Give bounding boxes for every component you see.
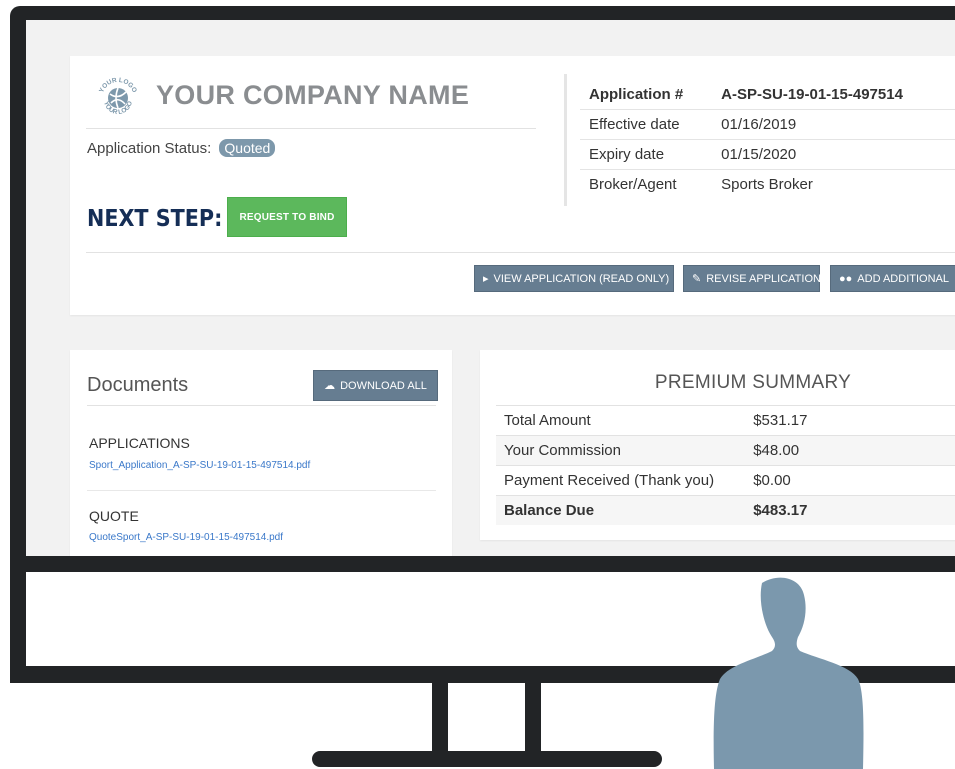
info-key: Expiry date bbox=[580, 139, 713, 170]
status-badge: Quoted bbox=[219, 139, 276, 157]
documents-card: Documents ☁ DOWNLOAD ALL APPLICATIONS Sp… bbox=[70, 350, 452, 556]
table-row: Effective date 01/16/2019 bbox=[580, 109, 955, 140]
tag-icon: ▸ bbox=[483, 273, 489, 285]
premium-key: Balance Due bbox=[496, 495, 746, 525]
divider bbox=[87, 490, 436, 491]
monitor-stand-left bbox=[432, 683, 448, 753]
application-header-card: YOUR LOGO YOUR LOGO YOUR COMPANY NAME Ap… bbox=[70, 56, 955, 315]
divider bbox=[87, 405, 436, 406]
premium-summary-table: Total Amount $531.17 Your Commission $48.00… bbox=[496, 405, 955, 525]
monitor-screen: YOUR LOGO YOUR LOGO YOUR COMPANY NAME Ap… bbox=[26, 20, 955, 556]
company-logo-icon: YOUR LOGO YOUR LOGO bbox=[98, 77, 138, 116]
next-step-label: NEXT STEP: bbox=[87, 206, 223, 232]
person-silhouette-icon bbox=[713, 577, 864, 769]
premium-summary-card: PREMIUM SUMMARY Total Amount $531.17 Your … bbox=[480, 350, 955, 540]
table-row: Application # A-SP-SU-19-01-15-497514 bbox=[580, 80, 955, 110]
premium-value: $531.17 bbox=[745, 405, 955, 436]
quote-section-label: QUOTE bbox=[89, 508, 139, 524]
table-row: Broker/Agent Sports Broker bbox=[580, 169, 955, 199]
view-application-button[interactable]: ▸ VIEW APPLICATION (READ ONLY) bbox=[474, 265, 674, 292]
premium-key: Total Amount bbox=[496, 405, 746, 436]
add-additional-button[interactable]: ●● ADD ADDITIONAL bbox=[830, 265, 955, 292]
application-pdf-link[interactable]: Sport_Application_A-SP-SU-19-01-15-49751… bbox=[89, 460, 310, 471]
premium-key: Your Commission bbox=[496, 435, 746, 466]
info-value: 01/16/2019 bbox=[712, 109, 955, 140]
premium-value: $48.00 bbox=[745, 435, 955, 466]
status-label: Application Status: bbox=[87, 140, 212, 157]
premium-key: Payment Received (Thank you) bbox=[496, 465, 746, 496]
table-row: Total Amount $531.17 bbox=[496, 405, 955, 436]
revise-application-button[interactable]: ✎ REVISE APPLICATION bbox=[683, 265, 821, 292]
table-row: Expiry date 01/15/2020 bbox=[580, 139, 955, 170]
monitor-stand-right bbox=[525, 683, 541, 753]
company-name: YOUR COMPANY NAME bbox=[156, 80, 470, 110]
info-value: A-SP-SU-19-01-15-497514 bbox=[721, 86, 903, 103]
premium-value: $0.00 bbox=[745, 465, 955, 496]
info-key: Effective date bbox=[580, 109, 713, 140]
request-to-bind-button[interactable]: REQUEST TO BIND bbox=[227, 197, 347, 237]
edit-icon: ✎ bbox=[692, 273, 702, 285]
info-key: Application # bbox=[589, 86, 684, 103]
vertical-divider bbox=[564, 74, 567, 206]
premium-value: $483.17 bbox=[745, 495, 955, 525]
divider bbox=[86, 128, 536, 129]
documents-title: Documents bbox=[87, 374, 189, 396]
info-value: Sports Broker bbox=[712, 169, 955, 199]
info-key: Broker/Agent bbox=[580, 169, 713, 199]
download-all-button[interactable]: ☁ DOWNLOAD ALL bbox=[313, 370, 438, 401]
application-info-table: Application # A-SP-SU-19-01-15-497514 Effe… bbox=[580, 80, 955, 199]
divider bbox=[86, 252, 955, 253]
quote-pdf-link[interactable]: QuoteSport_A-SP-SU-19-01-15-497514.pdf bbox=[89, 532, 283, 543]
table-row: Your Commission $48.00 bbox=[496, 435, 955, 466]
table-row: Balance Due $483.17 bbox=[496, 495, 955, 525]
users-icon: ●● bbox=[839, 272, 853, 285]
info-value: 01/15/2020 bbox=[712, 139, 955, 170]
table-row: Payment Received (Thank you) $0.00 bbox=[496, 465, 955, 496]
monitor-stand-base bbox=[312, 751, 662, 767]
application-status: Application Status: Quoted bbox=[87, 139, 276, 157]
cloud-download-icon: ☁ bbox=[324, 380, 336, 392]
applications-section-label: APPLICATIONS bbox=[89, 435, 190, 451]
premium-summary-title: PREMIUM SUMMARY bbox=[654, 372, 852, 393]
